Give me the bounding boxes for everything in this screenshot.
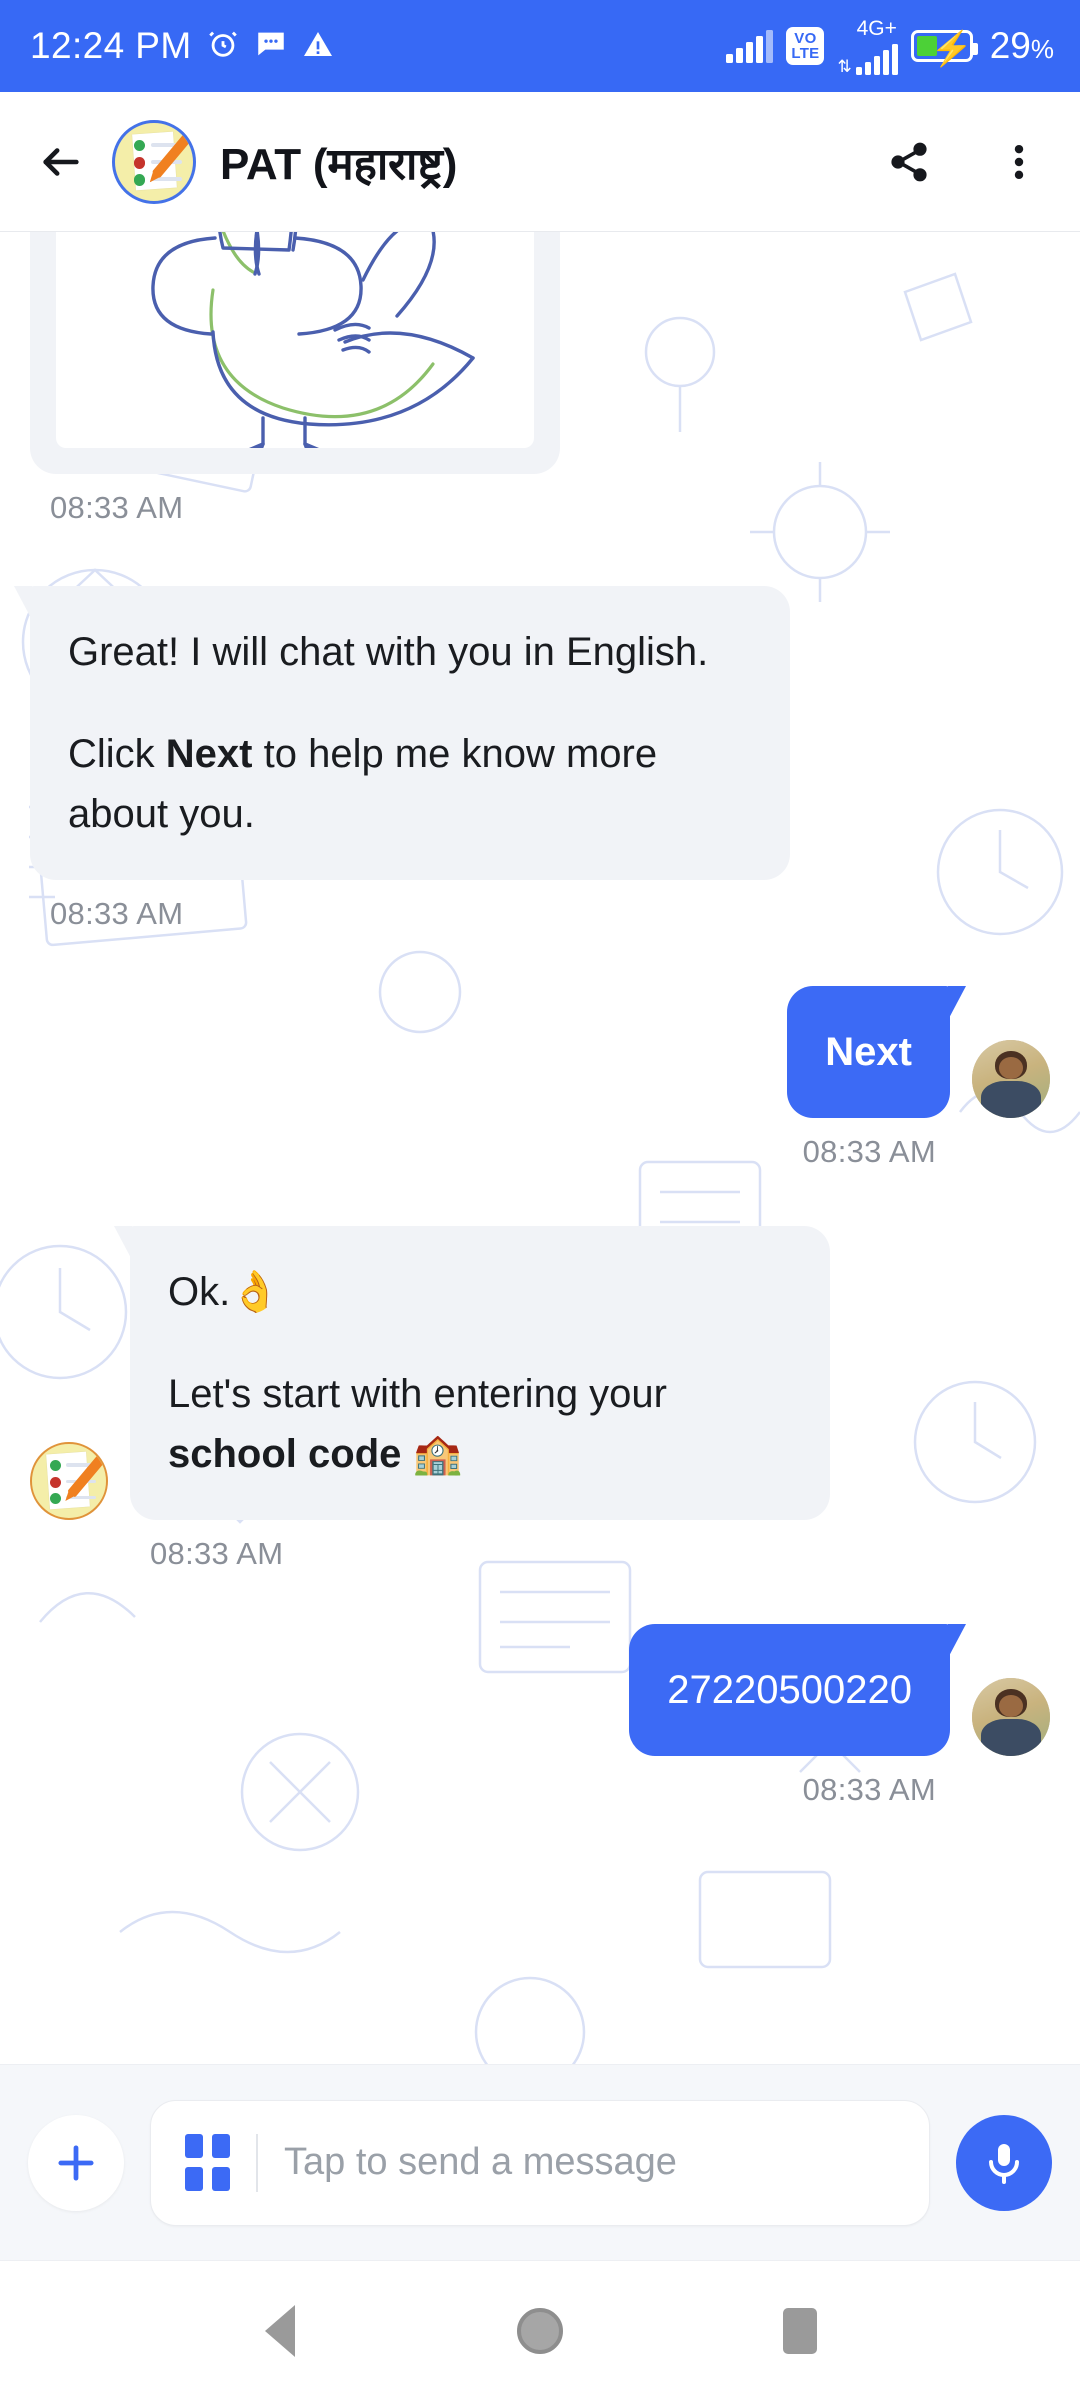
image-bubble[interactable]: [30, 232, 560, 474]
message-image: 08:33 AM: [30, 232, 1050, 526]
status-bar-left: 12:24 PM: [30, 25, 334, 67]
search-input[interactable]: Tap to send a message: [150, 2099, 930, 2226]
app-bar-actions: [878, 131, 1050, 193]
share-icon[interactable]: [878, 131, 940, 193]
greeting-line-2-pre: Click: [68, 732, 166, 776]
user-bubble[interactable]: Next: [787, 986, 950, 1118]
greeting-next-keyword: Next: [165, 732, 253, 776]
battery-charging-icon: ⚡: [910, 30, 978, 68]
signal-bars-icon: [726, 29, 774, 63]
data-arrows-icon: ⇅: [837, 56, 852, 76]
nav-home-icon[interactable]: [485, 2276, 595, 2386]
message-timestamp: 08:33 AM: [802, 1134, 936, 1169]
more-vertical-icon[interactable]: [988, 131, 1050, 193]
avatar[interactable]: [972, 1678, 1050, 1756]
status-time: 12:24 PM: [30, 25, 192, 66]
message-greeting: Great! I will chat with you in English. …: [30, 586, 1050, 932]
status-bar-right: VO LTE ⇅ 4G+ ⚡ 29%: [726, 18, 1054, 75]
bot-bubble[interactable]: Ok.👌 Let's start with entering your scho…: [130, 1226, 830, 1520]
nav-recents-icon[interactable]: [745, 2276, 855, 2386]
android-nav-bar: [0, 2260, 1080, 2400]
app-bar: PAT (महाराष्ट्र): [0, 92, 1080, 232]
message-timestamp: 08:33 AM: [802, 1772, 936, 1807]
chat-area[interactable]: 08:33 AM Great! I will chat with you in …: [0, 232, 1080, 2064]
phone-screen: 12:24 PM VO LTE ⇅ 4G+ ⚡ 29% PAT (महाराष्…: [0, 0, 1080, 2400]
microphone-icon[interactable]: [956, 2114, 1052, 2211]
battery-percent: 29%: [989, 25, 1054, 66]
avatar[interactable]: [112, 119, 196, 204]
status-bar: 12:24 PM VO LTE ⇅ 4G+ ⚡ 29%: [0, 0, 1080, 92]
network-label: 4G+: [856, 16, 897, 40]
school-code-keyword: school code: [168, 1432, 402, 1476]
user-bubble[interactable]: 27220500220: [629, 1624, 950, 1756]
prompt-line-2-pre: Let's start with entering your: [168, 1372, 667, 1416]
input-divider: [256, 2133, 258, 2192]
avatar[interactable]: [972, 1040, 1050, 1118]
message-next: Next 08:33 AM: [30, 986, 1050, 1170]
volte-icon: VO LTE: [786, 27, 825, 65]
message-timestamp: 08:33 AM: [50, 896, 184, 931]
message-timestamp: 08:33 AM: [50, 490, 184, 525]
back-arrow-icon[interactable]: [30, 131, 92, 193]
alarm-icon: [206, 27, 240, 66]
message-school-code: 27220500220 08:33 AM: [30, 1624, 1050, 1808]
message-icon: [254, 27, 288, 66]
bot-bubble[interactable]: Great! I will chat with you in English. …: [30, 586, 790, 880]
message-list: 08:33 AM Great! I will chat with you in …: [30, 232, 1050, 1954]
message-input-bar: Tap to send a message: [0, 2064, 1080, 2260]
network-type-icon: ⇅ 4G+: [837, 16, 898, 76]
plus-icon[interactable]: [28, 2114, 124, 2211]
data-signal-bars-icon: [855, 41, 898, 75]
avatar[interactable]: [30, 1442, 108, 1520]
page-title: PAT (महाराष्ट्र): [220, 139, 458, 189]
namaste-bird-drawing-icon: [56, 232, 534, 448]
message-input-placeholder: Tap to send a message: [284, 2141, 677, 2183]
message-school-code-prompt: Ok.👌 Let's start with entering your scho…: [30, 1226, 1050, 1572]
greeting-line-1: Great! I will chat with you in English.: [68, 630, 709, 674]
prompt-line-1: Ok.👌: [168, 1270, 281, 1314]
nav-back-icon[interactable]: [225, 2276, 335, 2386]
message-timestamp: 08:33 AM: [150, 1536, 284, 1571]
grid-menu-icon[interactable]: [185, 2134, 230, 2191]
warning-icon: [302, 28, 334, 65]
prompt-line-2-post: 🏫: [401, 1432, 463, 1476]
